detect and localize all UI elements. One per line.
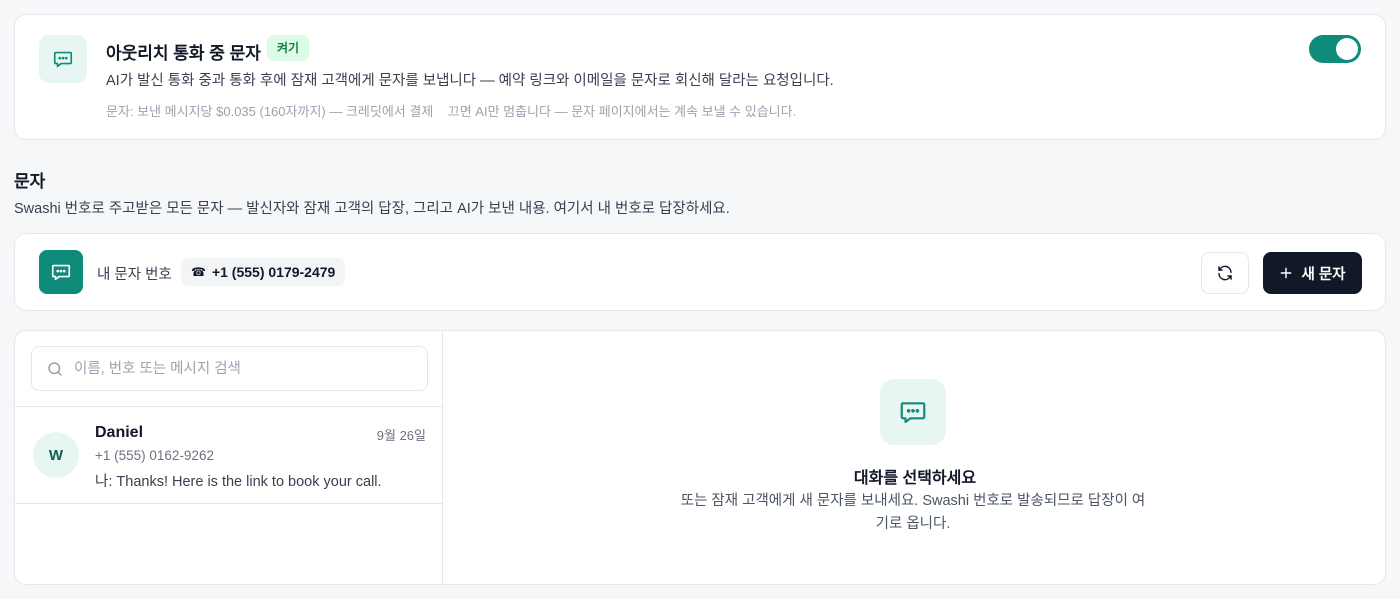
status-badge: 켜기 xyxy=(267,35,310,61)
my-number-value: +1 (555) 0179-2479 xyxy=(211,264,336,280)
outreach-notes: 문자: 보낸 메시지당 $0.035 (160자까지) — 크레딧에서 결제 끄… xyxy=(106,101,796,120)
empty-state: 대화를 선택하세요 또는 잠재 고객에게 새 문자를 보내세요. Swashi … xyxy=(443,331,1385,584)
pricing-note: 문자: 보낸 메시지당 $0.035 (160자까지) — 크레딧에서 결제 xyxy=(106,104,434,119)
message-bubble-icon xyxy=(39,35,87,83)
conversation-date: 9월 26일 xyxy=(376,428,426,443)
search-box[interactable] xyxy=(31,346,428,391)
empty-state-description: 또는 잠재 고객에게 새 문자를 보내세요. Swashi 번호로 발송되므로 … xyxy=(680,493,1146,532)
message-bubble-icon xyxy=(880,379,946,445)
section-description: Swashi 번호로 주고받은 모든 문자 — 발신자와 잠재 고객의 답장, … xyxy=(14,201,730,217)
outreach-title: 아웃리치 통화 중 문자 xyxy=(106,44,261,63)
avatar: W xyxy=(33,432,79,478)
refresh-button[interactable] xyxy=(1201,252,1249,294)
messages-panel: W Daniel 9월 26일 +1 (555) 0162-9262 나: Th… xyxy=(14,330,1386,585)
search-icon xyxy=(48,362,62,376)
search-input[interactable] xyxy=(74,347,414,390)
plus-icon xyxy=(1281,267,1292,279)
new-message-label: 새 문자 xyxy=(1301,266,1346,283)
conversation-item[interactable]: W Daniel 9월 26일 +1 (555) 0162-9262 나: Th… xyxy=(15,407,443,504)
refresh-icon xyxy=(1218,265,1232,281)
message-bubble-icon xyxy=(39,250,83,294)
outreach-sms-card: 아웃리치 통화 중 문자 켜기 AI가 발신 통화 중과 통화 후에 잠재 고객… xyxy=(14,14,1386,140)
phone-icon: ☎ xyxy=(191,265,206,279)
off-note: 끄면 AI만 멈춥니다 — 문자 페이지에서는 계속 보낼 수 있습니다. xyxy=(447,104,797,119)
toggle-knob xyxy=(1336,38,1358,60)
sms-number-bar: 내 문자 번호 ☎ +1 (555) 0179-2479 새 문자 xyxy=(14,233,1386,311)
conversation-list: W Daniel 9월 26일 +1 (555) 0162-9262 나: Th… xyxy=(15,331,443,584)
empty-state-title: 대화를 선택하세요 xyxy=(853,470,977,487)
conversation-preview: 나: Thanks! Here is the link to book your… xyxy=(95,474,382,490)
outreach-sms-toggle[interactable] xyxy=(1309,35,1361,63)
outreach-description: AI가 발신 통화 중과 통화 후에 잠재 고객에게 문자를 보냅니다 — 예약… xyxy=(106,73,834,89)
conversation-name: Daniel xyxy=(95,424,144,441)
my-number-pill: ☎ +1 (555) 0179-2479 xyxy=(181,258,346,286)
new-message-button[interactable]: 새 문자 xyxy=(1263,252,1362,294)
conversation-phone: +1 (555) 0162-9262 xyxy=(95,448,214,463)
section-title: 문자 xyxy=(14,172,46,191)
my-number-label: 내 문자 번호 xyxy=(97,267,172,283)
